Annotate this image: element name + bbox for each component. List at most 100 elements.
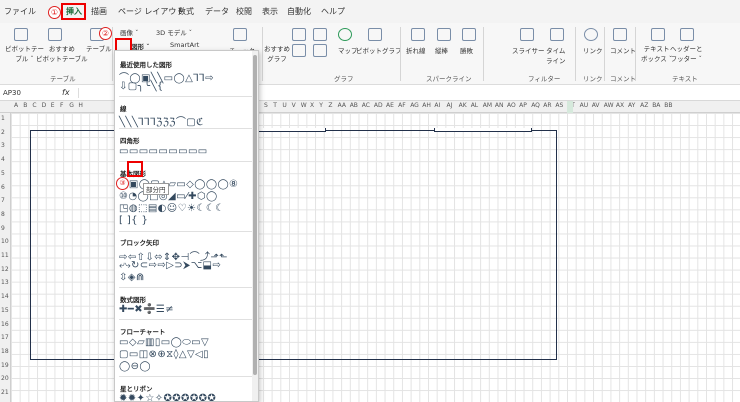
column-header-cell[interactable]: AG: [410, 102, 419, 109]
column-header-cell[interactable]: AJ: [447, 102, 453, 109]
column-header-cell[interactable]: AS: [555, 102, 563, 109]
tab-review[interactable]: 校閲: [236, 6, 252, 17]
column-header-cell[interactable]: C: [32, 102, 36, 109]
column-header-cell[interactable]: AP: [519, 102, 527, 109]
tab-page-layout[interactable]: ページ レイアウト: [118, 6, 184, 17]
tab-data[interactable]: データ: [205, 6, 229, 17]
formula-input[interactable]: [78, 88, 108, 98]
column-header-cell[interactable]: U: [282, 102, 286, 109]
basic-shapes-row-4[interactable]: [ ]{ }: [119, 215, 148, 226]
column-header-cell[interactable]: F: [60, 102, 63, 109]
row-header-cell[interactable]: 17: [1, 334, 10, 341]
column-header-cell[interactable]: AQ: [531, 102, 540, 109]
column-header-cell[interactable]: AC: [362, 102, 370, 109]
row-header-cell[interactable]: 18: [1, 348, 10, 355]
column-header-cell[interactable]: B: [23, 102, 27, 109]
rectangles-row-1[interactable]: ▭▭▭▭▭▭▭▭▭: [119, 146, 208, 157]
column-header-cell[interactable]: AV: [592, 102, 600, 109]
tab-draw[interactable]: 描画: [91, 6, 107, 17]
column-header-cell[interactable]: S: [264, 102, 268, 109]
comment-button[interactable]: コメント: [610, 45, 636, 55]
column-header-cell[interactable]: W: [301, 102, 307, 109]
block-arrows-row-2[interactable]: ⤶⤷↻⊂⇨⇨▷⊃⮞⌥⬓⇨: [119, 260, 221, 271]
drawn-rectangle-shape[interactable]: [30, 130, 557, 360]
column-header-cell[interactable]: D: [42, 102, 47, 109]
column-header-cell[interactable]: H: [78, 102, 83, 109]
row-header-cell[interactable]: 10: [1, 238, 10, 245]
column-header-cell[interactable]: AE: [386, 102, 394, 109]
row-header-cell[interactable]: 15: [1, 307, 10, 314]
flowchart-row-1[interactable]: ▭◇▱▥▯▭◯⬭▭▽: [119, 337, 209, 348]
column-header-cell[interactable]: AY: [628, 102, 635, 109]
smartart-button[interactable]: SmartArt: [170, 41, 199, 49]
column-header-cell[interactable]: G: [69, 102, 74, 109]
row-header-cell[interactable]: 19: [1, 362, 10, 369]
column-header-cell[interactable]: AH: [422, 102, 431, 109]
stars-ribbons-row-1[interactable]: ✹✹✦☆✧✪✪✪✪✪✪: [119, 393, 216, 401]
row-header-cell[interactable]: 5: [1, 170, 10, 177]
row-header-cell[interactable]: 21: [1, 389, 10, 396]
tab-view[interactable]: 表示: [262, 6, 278, 17]
table-button[interactable]: テーブル: [86, 43, 112, 53]
recent-shapes-row-2[interactable]: ⇩▢╮╰╲{: [119, 81, 164, 92]
tab-file[interactable]: ファイル: [4, 6, 36, 17]
equation-shapes-row-1[interactable]: ✚━✖➗☰≠: [119, 304, 174, 315]
column-header-cell[interactable]: X: [310, 102, 314, 109]
block-arrows-row-3[interactable]: ⇳◈⋒: [119, 272, 145, 283]
row-header-cell[interactable]: 9: [1, 225, 10, 232]
fx-icon[interactable]: fx: [62, 88, 70, 97]
column-header-cell[interactable]: AR: [543, 102, 551, 109]
column-header-cell[interactable]: AW: [604, 102, 614, 109]
column-header-cell[interactable]: E: [51, 102, 55, 109]
image-button[interactable]: 画像 ˇ: [120, 27, 138, 37]
row-header-cell[interactable]: 16: [1, 321, 10, 328]
column-header-cell[interactable]: BA: [652, 102, 660, 109]
3d-model-button[interactable]: 3D モデル ˇ: [156, 27, 192, 37]
lines-row-1[interactable]: ╲╲╲⅂⅂⅂ℨℨℨ⌒▢ℭ: [119, 113, 204, 128]
scrollbar-thumb[interactable]: [253, 55, 257, 375]
column-header-cell[interactable]: AI: [434, 102, 440, 109]
sparkline-line-button[interactable]: 折れ線: [406, 45, 426, 55]
column-header-cell[interactable]: AL: [471, 102, 478, 109]
row-header-cell[interactable]: 8: [1, 211, 10, 218]
column-header-cell[interactable]: Y: [319, 102, 323, 109]
row-header-cell[interactable]: 20: [1, 375, 10, 382]
row-header-cell[interactable]: 1: [1, 115, 10, 122]
row-header-cell[interactable]: 11: [1, 252, 10, 259]
column-header-cell[interactable]: BB: [664, 102, 672, 109]
tab-help[interactable]: ヘルプ: [321, 6, 345, 17]
column-header-cell[interactable]: AK: [459, 102, 467, 109]
slicer-button[interactable]: スライサー: [512, 45, 545, 55]
basic-shapes-row-1[interactable]: ▣▣◯▢△▱▭◇◯◯◯⑧: [119, 179, 238, 190]
recommended-chart-button[interactable]: おすすめ グラフ: [264, 43, 290, 63]
column-header-cell[interactable]: Z: [328, 102, 332, 109]
row-header-cell[interactable]: 4: [1, 156, 10, 163]
header-footer-button[interactable]: ヘッダーと フッター ˇ: [670, 43, 703, 63]
timeline-button[interactable]: タイム ライン: [546, 45, 566, 65]
column-header-cell[interactable]: AX: [616, 102, 624, 109]
name-box[interactable]: AP30: [3, 89, 43, 97]
pivot-chart-button[interactable]: ピボットグラフ: [356, 45, 402, 55]
column-header-cell[interactable]: AD: [374, 102, 383, 109]
row-header-cell[interactable]: 6: [1, 184, 10, 191]
column-header-cell[interactable]: AA: [338, 102, 346, 109]
column-header-cell[interactable]: AM: [483, 102, 492, 109]
tab-automate[interactable]: 自動化: [287, 6, 311, 17]
column-header-cell[interactable]: AB: [350, 102, 358, 109]
column-header-cell[interactable]: T: [273, 102, 277, 109]
flowchart-row-2[interactable]: ▢▭◫⊗⊕⧖◊△▽◁▯: [119, 349, 209, 360]
link-button[interactable]: リンク: [583, 45, 603, 55]
flowchart-row-3[interactable]: ◯⊖◯: [119, 361, 151, 372]
row-header-cell[interactable]: 2: [1, 129, 10, 136]
row-header-cell[interactable]: 13: [1, 279, 10, 286]
column-header-cell[interactable]: AZ: [640, 102, 648, 109]
dropdown-scrollbar[interactable]: [252, 51, 258, 401]
column-header-cell[interactable]: AF: [398, 102, 406, 109]
map-chart-button[interactable]: マップ: [338, 45, 358, 55]
row-header-cell[interactable]: 12: [1, 266, 10, 273]
recommended-pivot-button[interactable]: おすすめ ピボットテーブル: [36, 43, 88, 63]
sparkline-column-button[interactable]: 縦棒: [435, 45, 448, 55]
row-header-cell[interactable]: 14: [1, 293, 10, 300]
column-header-cell[interactable]: A: [14, 102, 18, 109]
sparkline-winloss-button[interactable]: 勝敗: [460, 45, 473, 55]
